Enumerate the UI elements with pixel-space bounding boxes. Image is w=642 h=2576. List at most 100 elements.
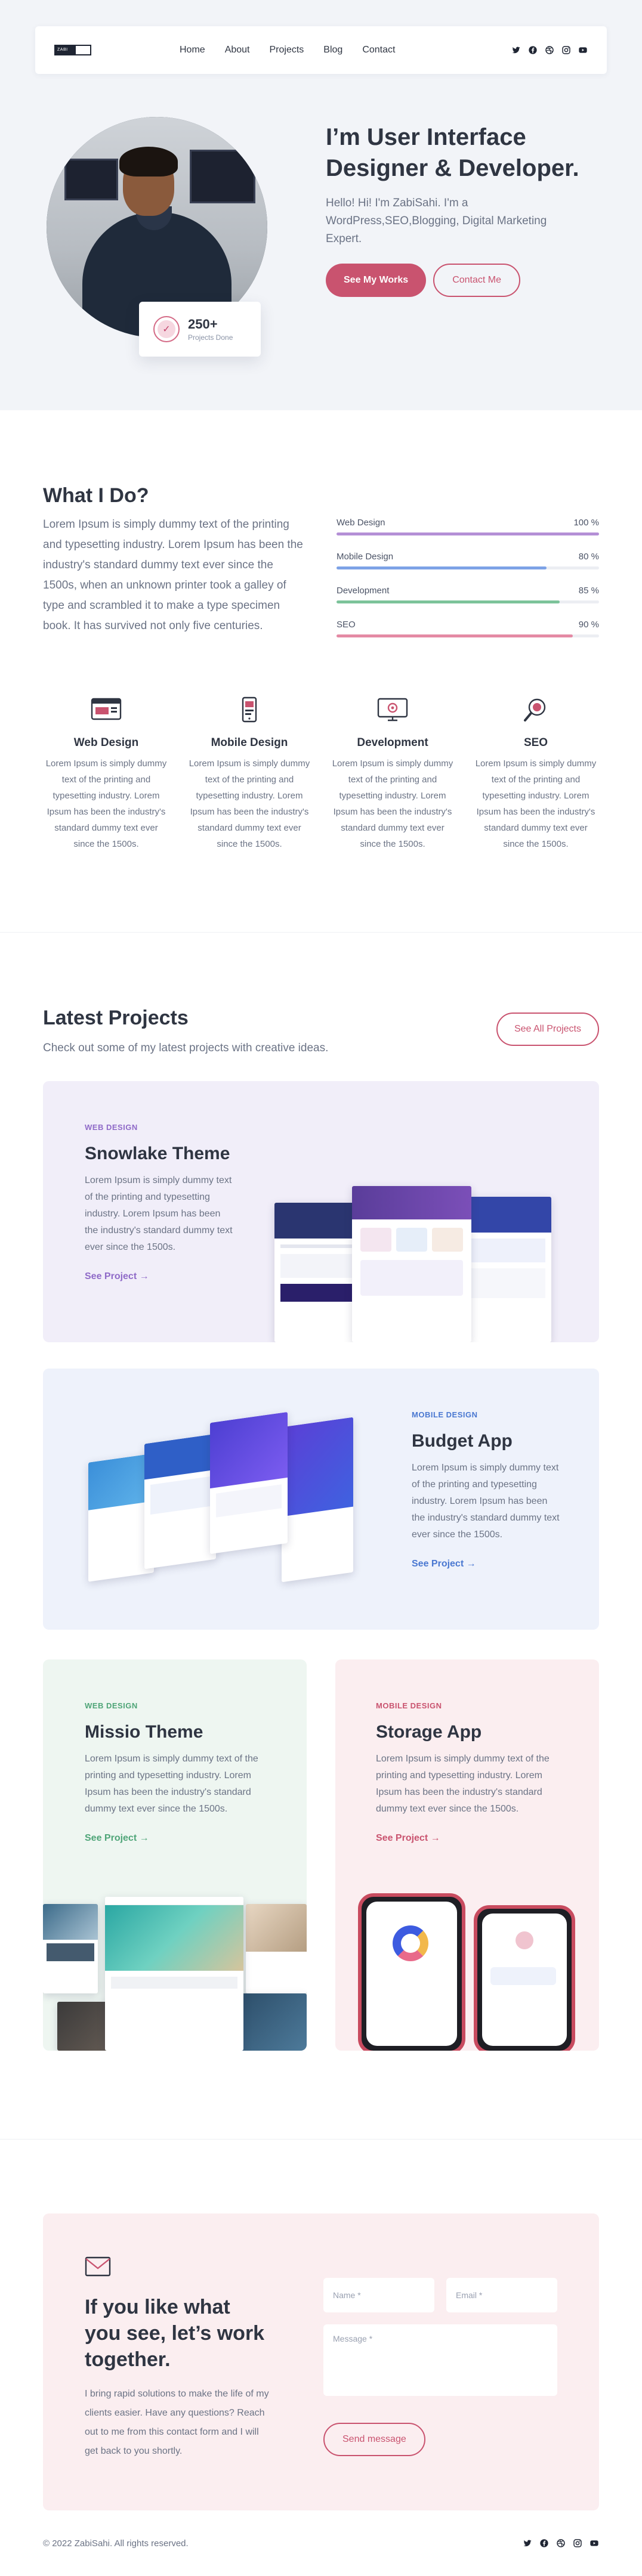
project-title: Storage App — [376, 1722, 482, 1742]
project-card-budget-app[interactable]: MOBILE DESIGN Budget App Lorem Ipsum is … — [43, 1368, 599, 1630]
service-title: SEO — [523, 736, 548, 749]
service-description: Lorem Ipsum is simply dummy text of the … — [189, 758, 310, 849]
project-tag: MOBILE DESIGN — [412, 1410, 478, 1419]
skill-percent: 80 % — [578, 552, 599, 562]
see-project-link[interactable]: See Project → — [85, 1833, 149, 1844]
contact-me-button[interactable]: Contact Me — [433, 264, 521, 297]
service-title: Web Design — [73, 736, 139, 749]
project-title: Missio Theme — [85, 1722, 203, 1742]
web-design-icon — [91, 698, 122, 720]
instagram-icon[interactable] — [573, 2538, 582, 2548]
skill-name: Development — [337, 586, 390, 596]
latest-projects-section: Latest Projects Check out some of my lat… — [0, 933, 642, 2140]
nav-link-home[interactable]: Home — [180, 45, 205, 55]
what-i-do-section: What I Do? Lorem Ipsum is simply dummy t… — [0, 410, 642, 933]
project-tag: MOBILE DESIGN — [376, 1701, 442, 1710]
twitter-icon[interactable] — [511, 45, 521, 55]
facebook-icon[interactable] — [528, 45, 538, 55]
skill-percent: 90 % — [578, 620, 599, 630]
skill-progress-track — [337, 634, 599, 637]
project-card-snowlake[interactable]: WEB DESIGN Snowlake Theme Lorem Ipsum is… — [43, 1081, 599, 1342]
seo-icon — [524, 698, 546, 722]
project-title: Budget App — [412, 1431, 513, 1451]
service-development: Development Lorem Ipsum is simply dummy … — [329, 696, 456, 852]
projects-done-badge: ✓ 250+ Projects Done — [139, 302, 261, 357]
project-title: Snowlake Theme — [85, 1144, 230, 1163]
skill-progress-fill — [337, 532, 599, 535]
project-description: Lorem Ipsum is simply dummy text of the … — [412, 1463, 560, 1540]
see-my-works-button[interactable]: See My Works — [326, 264, 427, 297]
see-project-link[interactable]: See Project → — [85, 1271, 149, 1282]
footer-social-links — [523, 2538, 599, 2548]
project-description: Lorem Ipsum is simply dummy text of the … — [376, 1754, 550, 1814]
service-title: Development — [357, 736, 428, 749]
skill-item: Development 85 % — [337, 586, 599, 603]
services-row: Web Design Lorem Ipsum is simply dummy t… — [43, 696, 599, 852]
development-icon — [377, 698, 408, 722]
service-mobile-design: Mobile Design Lorem Ipsum is simply dumm… — [186, 696, 313, 852]
nav-links: Home About Projects Blog Contact — [180, 45, 395, 55]
service-description: Lorem Ipsum is simply dummy text of the … — [475, 758, 597, 849]
latest-projects-subtitle: Check out some of my latest projects wit… — [43, 1042, 329, 1054]
projects-done-count: 250+ — [188, 317, 218, 332]
top-navbar: ZABI Home About Projects Blog Contact — [35, 26, 607, 74]
project-tag: WEB DESIGN — [85, 1123, 138, 1132]
dribbble-icon[interactable] — [545, 45, 554, 55]
skill-item: Mobile Design 80 % — [337, 552, 599, 569]
hero-description: Hello! Hi! I'm ZabiSahi. I'm a WordPress… — [326, 197, 547, 245]
name-field[interactable] — [323, 2278, 434, 2312]
facebook-icon[interactable] — [539, 2538, 549, 2548]
contact-description: I bring rapid solutions to make the life… — [85, 2389, 269, 2456]
dribbble-icon[interactable] — [556, 2538, 566, 2548]
nav-link-blog[interactable]: Blog — [323, 45, 342, 55]
project-tag: WEB DESIGN — [85, 1701, 138, 1710]
skill-progress-fill — [337, 600, 560, 603]
youtube-icon[interactable] — [578, 45, 588, 55]
nav-link-projects[interactable]: Projects — [270, 45, 304, 55]
project-description: Lorem Ipsum is simply dummy text of the … — [85, 1754, 258, 1814]
skill-progress-fill — [337, 566, 547, 569]
hero-section: ZABI Home About Projects Blog Contact ✓ … — [0, 0, 642, 410]
mail-icon — [85, 2256, 111, 2277]
what-i-do-title: What I Do? — [43, 484, 149, 507]
award-icon: ✓ — [153, 316, 180, 342]
contact-section: If you like what you see, let’s work tog… — [0, 2140, 642, 2510]
youtube-icon[interactable] — [589, 2538, 599, 2548]
see-project-link[interactable]: See Project → — [376, 1833, 440, 1844]
skill-percent: 100 % — [573, 518, 599, 528]
message-field[interactable] — [323, 2324, 557, 2396]
skill-percent: 85 % — [578, 586, 599, 596]
mobile-design-icon — [242, 696, 257, 723]
skill-name: Web Design — [337, 518, 385, 528]
skills-list: Web Design 100 % Mobile Design 80 % Developm… — [337, 484, 599, 654]
skill-progress-track — [337, 600, 599, 603]
instagram-icon[interactable] — [561, 45, 571, 55]
twitter-icon[interactable] — [523, 2538, 532, 2548]
site-logo[interactable]: ZABI — [54, 45, 91, 55]
nav-social-links — [511, 45, 588, 55]
skill-progress-fill — [337, 634, 573, 637]
footer: © 2022 ZabiSahi. All rights reserved. — [43, 2510, 599, 2576]
email-field[interactable] — [446, 2278, 557, 2312]
skill-name: SEO — [337, 620, 356, 630]
copyright-text: © 2022 ZabiSahi. All rights reserved. — [43, 2538, 189, 2549]
see-project-link[interactable]: See Project → — [412, 1559, 476, 1569]
contact-form: Send message — [323, 2278, 557, 2456]
nav-link-about[interactable]: About — [225, 45, 250, 55]
service-title: Mobile Design — [211, 736, 288, 749]
service-description: Lorem Ipsum is simply dummy text of the … — [332, 758, 453, 849]
contact-title: If you like what you see, let’s work tog… — [85, 2296, 265, 2371]
skill-progress-track — [337, 566, 599, 569]
service-description: Lorem Ipsum is simply dummy text of the … — [45, 758, 167, 849]
project-card-storage-app[interactable]: MOBILE DESIGN Storage App Lorem Ipsum is… — [335, 1659, 599, 2051]
latest-projects-title: Latest Projects — [43, 1007, 189, 1029]
send-message-button[interactable]: Send message — [323, 2423, 425, 2456]
hero-text: I’m User Interface Designer & Developer.… — [326, 122, 600, 297]
projects-done-label: Projects Done — [188, 333, 233, 342]
skill-progress-track — [337, 532, 599, 535]
see-all-projects-button[interactable]: See All Projects — [496, 1013, 599, 1046]
nav-link-contact[interactable]: Contact — [362, 45, 395, 55]
hero-title: I’m User Interface Designer & Developer. — [326, 124, 579, 181]
contact-card: If you like what you see, let’s work tog… — [43, 2213, 599, 2510]
project-card-missio[interactable]: WEB DESIGN Missio Theme Lorem Ipsum is s… — [43, 1659, 307, 2051]
